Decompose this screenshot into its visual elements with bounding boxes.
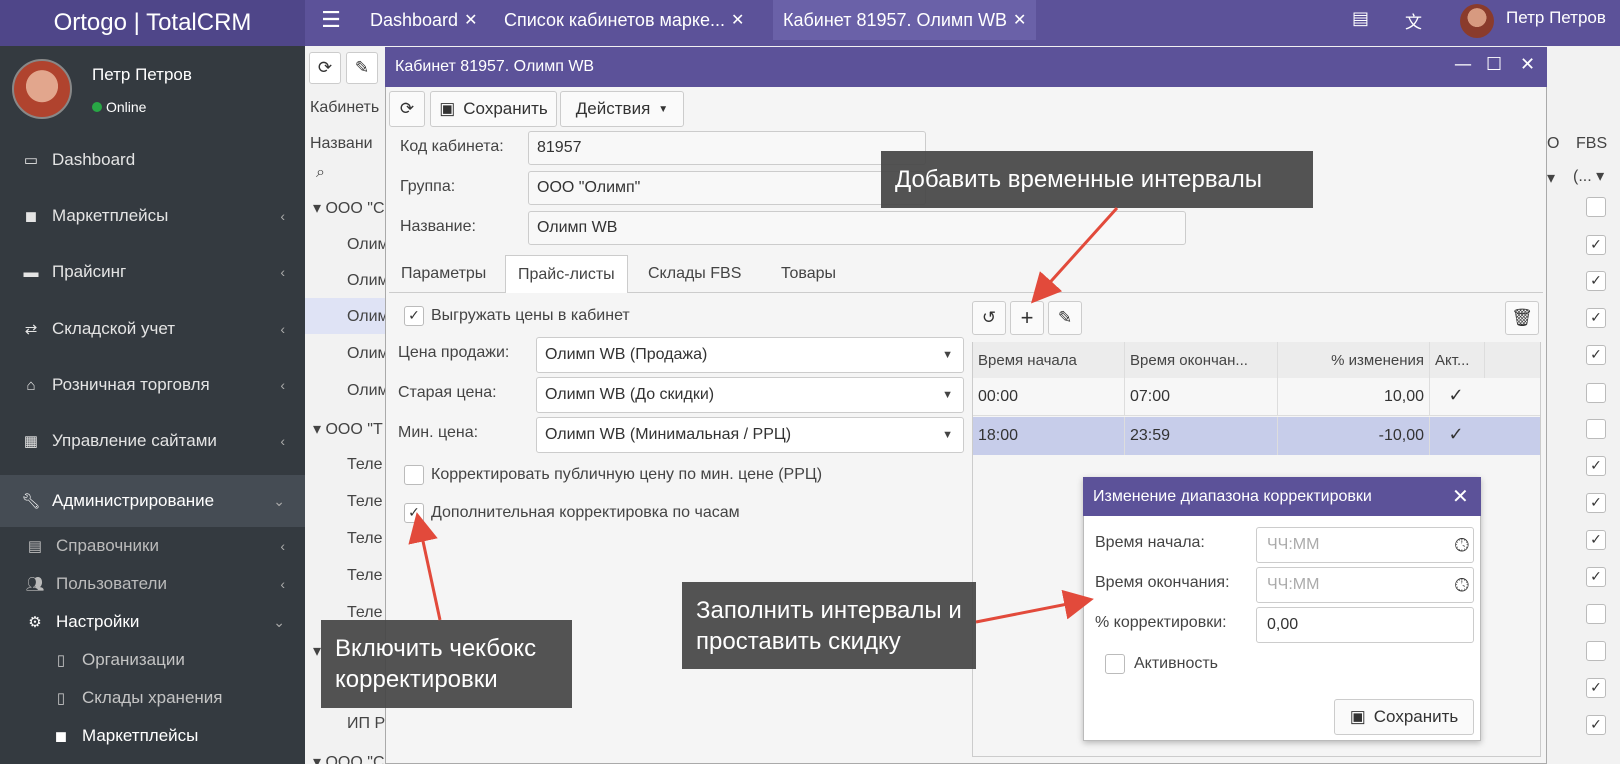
arrow-to-hourly-checkbox [408, 512, 442, 621]
annotation-arrows [408, 206, 1119, 624]
arrow-to-add-button [1030, 206, 1119, 304]
arrow-to-dialog [975, 589, 1094, 624]
